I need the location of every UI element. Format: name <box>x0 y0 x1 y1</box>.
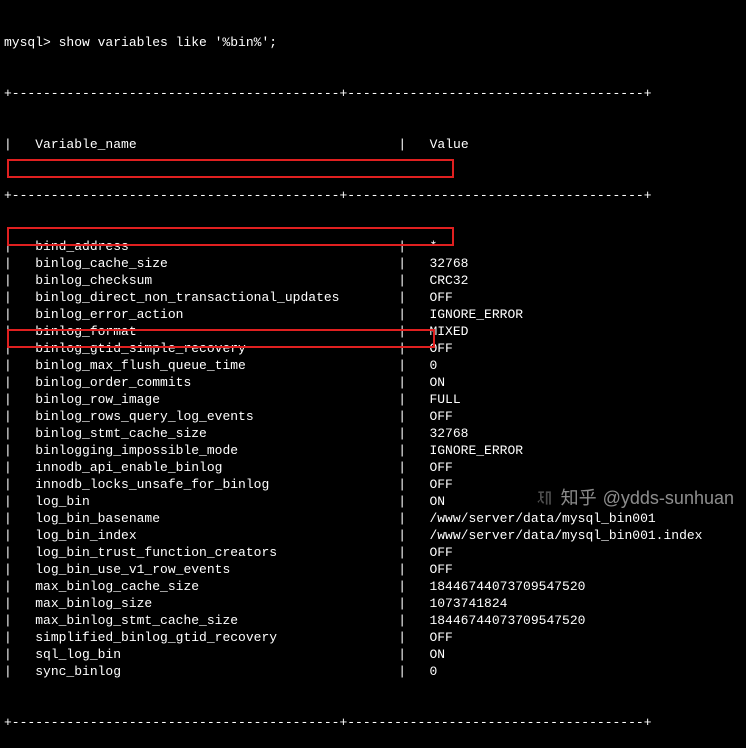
table-row: | max_binlog_size| 1073741824 <box>4 595 742 612</box>
header-variable-name: Variable_name <box>20 136 391 153</box>
variable-name-cell: binlogging_impossible_mode <box>35 442 398 459</box>
variable-name-cell: innodb_locks_unsafe_for_binlog <box>35 476 398 493</box>
table-row: | binlog_stmt_cache_size| 32768 <box>4 425 742 442</box>
table-row: | binlog_rows_query_log_events| OFF <box>4 408 742 425</box>
variable-name-cell: binlog_cache_size <box>35 255 398 272</box>
variable-name-cell: innodb_api_enable_binlog <box>35 459 398 476</box>
table-row: | bind_address| * <box>4 238 742 255</box>
value-cell: CRC32 <box>429 272 468 289</box>
variable-name-cell: log_bin_basename <box>35 510 398 527</box>
value-cell: ON <box>429 374 445 391</box>
variable-name-cell: binlog_stmt_cache_size <box>35 425 398 442</box>
variable-name-cell: binlog_max_flush_queue_time <box>35 357 398 374</box>
variable-name-cell: binlog_row_image <box>35 391 398 408</box>
variable-name-cell: log_bin <box>35 493 398 510</box>
divider-bottom: +---------------------------------------… <box>4 714 742 731</box>
value-cell: IGNORE_ERROR <box>429 306 523 323</box>
divider-header: +---------------------------------------… <box>4 187 742 204</box>
value-cell: /www/server/data/mysql_bin001.index <box>429 527 702 544</box>
variable-name-cell: max_binlog_stmt_cache_size <box>35 612 398 629</box>
variable-name-cell: binlog_rows_query_log_events <box>35 408 398 425</box>
value-cell: OFF <box>429 459 452 476</box>
table-row: | binlog_format| MIXED <box>4 323 742 340</box>
table-row: | binlog_max_flush_queue_time| 0 <box>4 357 742 374</box>
table-header-row: | Variable_name | Value <box>4 136 742 153</box>
table-row: | max_binlog_stmt_cache_size| 1844674407… <box>4 612 742 629</box>
value-cell: /www/server/data/mysql_bin001 <box>429 510 655 527</box>
value-cell: 18446744073709547520 <box>429 612 585 629</box>
table-row: | sql_log_bin| ON <box>4 646 742 663</box>
table-row: | log_bin_use_v1_row_events| OFF <box>4 561 742 578</box>
variable-name-cell: bind_address <box>35 238 398 255</box>
value-cell: MIXED <box>429 323 468 340</box>
value-cell: 0 <box>429 357 437 374</box>
sql-prompt: mysql> show variables like '%bin%'; <box>4 34 742 51</box>
table-row: | log_bin_index| /www/server/data/mysql_… <box>4 527 742 544</box>
table-row: | simplified_binlog_gtid_recovery| OFF <box>4 629 742 646</box>
table-row: | innodb_locks_unsafe_for_binlog| OFF <box>4 476 742 493</box>
value-cell: 32768 <box>429 425 468 442</box>
table-row: | binlog_row_image| FULL <box>4 391 742 408</box>
value-cell: ON <box>429 646 445 663</box>
value-cell: 18446744073709547520 <box>429 578 585 595</box>
variable-name-cell: log_bin_use_v1_row_events <box>35 561 398 578</box>
variable-name-cell: sql_log_bin <box>35 646 398 663</box>
table-row: | binlog_direct_non_transactional_update… <box>4 289 742 306</box>
table-row: | binlogging_impossible_mode| IGNORE_ERR… <box>4 442 742 459</box>
variable-name-cell: log_bin_index <box>35 527 398 544</box>
divider-top: +---------------------------------------… <box>4 85 742 102</box>
mysql-terminal: mysql> show variables like '%bin%'; +---… <box>0 0 746 748</box>
variable-name-cell: binlog_order_commits <box>35 374 398 391</box>
table-row: | log_bin_trust_function_creators| OFF <box>4 544 742 561</box>
value-cell: OFF <box>429 629 452 646</box>
value-cell: OFF <box>429 408 452 425</box>
table-row: | binlog_order_commits| ON <box>4 374 742 391</box>
value-cell: OFF <box>429 340 452 357</box>
value-cell: FULL <box>429 391 460 408</box>
table-row: | log_bin_basename| /www/server/data/mys… <box>4 510 742 527</box>
variable-name-cell: binlog_error_action <box>35 306 398 323</box>
value-cell: OFF <box>429 561 452 578</box>
variable-name-cell: sync_binlog <box>35 663 398 680</box>
variable-name-cell: binlog_format <box>35 323 398 340</box>
value-cell: 32768 <box>429 255 468 272</box>
table-row: | binlog_gtid_simple_recovery| OFF <box>4 340 742 357</box>
variable-name-cell: binlog_direct_non_transactional_updates <box>35 289 398 306</box>
value-cell: ON <box>429 493 445 510</box>
value-cell: OFF <box>429 544 452 561</box>
table-row: | max_binlog_cache_size| 184467440737095… <box>4 578 742 595</box>
value-cell: 1073741824 <box>429 595 507 612</box>
value-cell: OFF <box>429 289 452 306</box>
table-row: | binlog_cache_size| 32768 <box>4 255 742 272</box>
variable-name-cell: max_binlog_size <box>35 595 398 612</box>
value-cell: OFF <box>429 476 452 493</box>
value-cell: 0 <box>429 663 437 680</box>
table-row: | sync_binlog| 0 <box>4 663 742 680</box>
variable-name-cell: log_bin_trust_function_creators <box>35 544 398 561</box>
value-cell: IGNORE_ERROR <box>429 442 523 459</box>
table-row: | innodb_api_enable_binlog| OFF <box>4 459 742 476</box>
variable-name-cell: simplified_binlog_gtid_recovery <box>35 629 398 646</box>
value-cell: * <box>429 238 437 255</box>
table-row: | binlog_error_action| IGNORE_ERROR <box>4 306 742 323</box>
variable-name-cell: binlog_gtid_simple_recovery <box>35 340 398 357</box>
variable-name-cell: max_binlog_cache_size <box>35 578 398 595</box>
table-row: | log_bin| ON <box>4 493 742 510</box>
table-row: | binlog_checksum| CRC32 <box>4 272 742 289</box>
variable-name-cell: binlog_checksum <box>35 272 398 289</box>
header-value: Value <box>414 136 469 153</box>
